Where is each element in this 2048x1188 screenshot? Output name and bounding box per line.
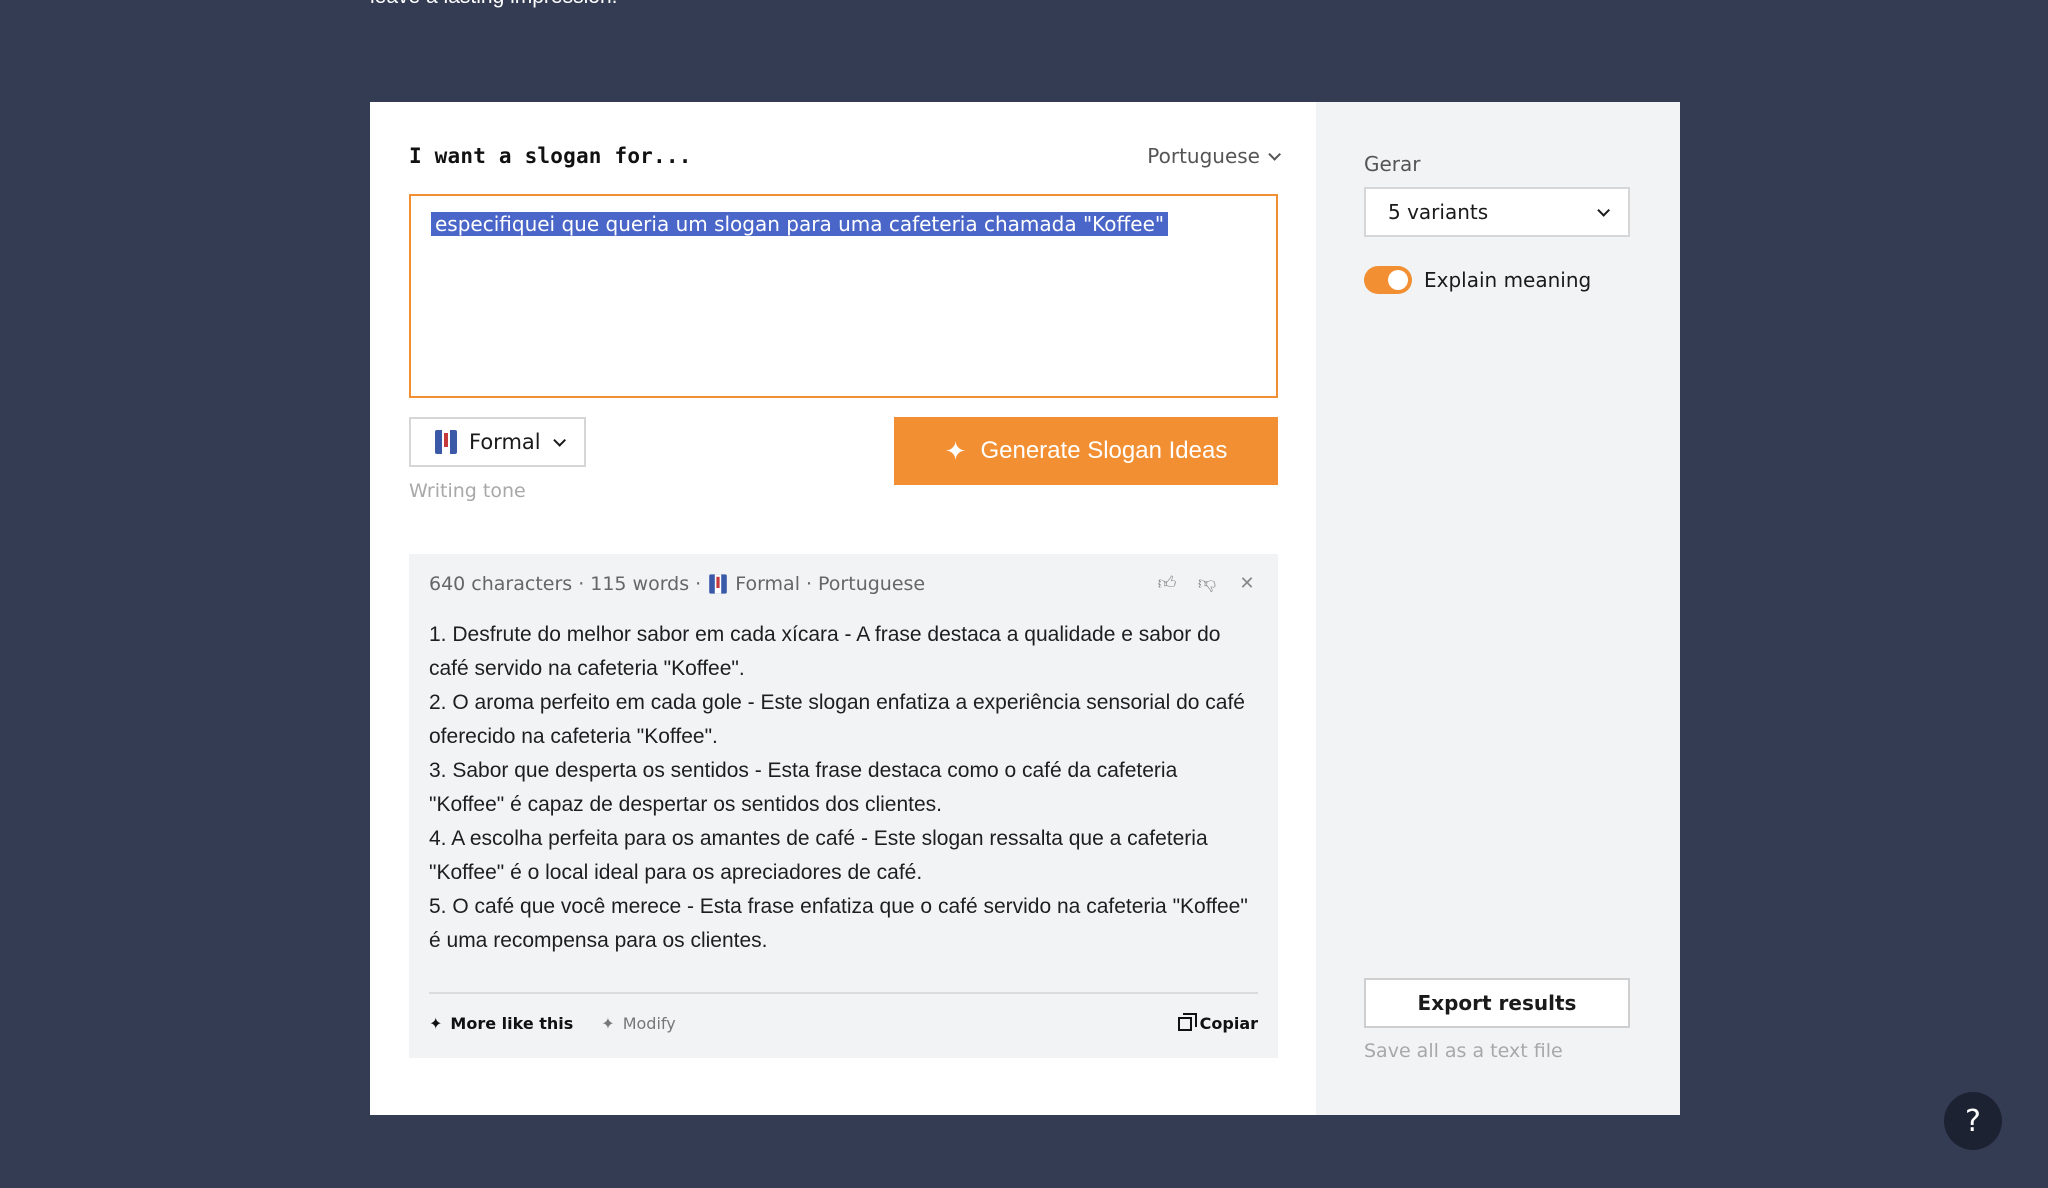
tone-select[interactable]: Formal xyxy=(409,417,586,467)
variants-select[interactable]: 5 variants xyxy=(1364,187,1630,237)
tone-hint: Writing tone xyxy=(409,480,526,502)
copy-label: Copiar xyxy=(1199,1014,1258,1033)
slogan-item: 2. O aroma perfeito em cada gole - Este … xyxy=(429,691,1245,748)
slogan-item: 4. A escolha perfeita para os amantes de… xyxy=(429,827,1208,884)
result-actions: ✦ More like this ✦ Modify Copiar xyxy=(429,1012,1258,1033)
sparkle-icon: ✦ xyxy=(944,436,967,466)
slogan-input[interactable]: especifiquei que queria um slogan para u… xyxy=(409,194,1278,398)
modify-button[interactable]: ✦ Modify xyxy=(601,1014,675,1033)
slogan-generator-card: I want a slogan for... Portuguese especi… xyxy=(370,102,1680,1115)
language-value: Portuguese xyxy=(1147,144,1260,168)
close-icon[interactable]: ✕ xyxy=(1236,572,1258,594)
export-hint: Save all as a text file xyxy=(1364,1040,1563,1062)
slogan-input-text: especifiquei que queria um slogan para u… xyxy=(431,212,1169,236)
explain-meaning-label: Explain meaning xyxy=(1424,268,1592,292)
variants-value: 5 variants xyxy=(1388,200,1489,224)
result-meta: 640 characters · 115 words · Formal · Po… xyxy=(429,573,926,595)
sparkle-icon: ✦ xyxy=(601,1014,615,1033)
copy-icon xyxy=(1177,1012,1197,1031)
sparkle-icon: ✦ xyxy=(429,1014,443,1033)
chevron-down-icon xyxy=(1597,203,1610,217)
help-button[interactable]: ? xyxy=(1944,1092,2002,1150)
char-count: 640 characters xyxy=(429,573,573,595)
language-select[interactable]: Portuguese xyxy=(1147,144,1281,168)
export-button[interactable]: Export results xyxy=(1364,978,1630,1028)
generate-button[interactable]: ✦ Generate Slogan Ideas xyxy=(894,417,1278,485)
thumbs-down-icon[interactable]: 👎︎ xyxy=(1196,572,1218,594)
divider xyxy=(429,992,1258,994)
chevron-down-icon xyxy=(552,433,566,447)
result-language: Portuguese xyxy=(818,573,926,595)
settings-panel: Gerar 5 variants Explain meaning Export … xyxy=(1316,102,1680,1115)
slogan-item: 3. Sabor que desperta os sentidos - Esta… xyxy=(429,759,1178,816)
slogan-item: 5. O café que você merece - Esta frase e… xyxy=(429,895,1248,952)
tone-value: Formal xyxy=(469,430,541,454)
result-toolbar: 👍︎ 👎︎ ✕ xyxy=(1156,572,1258,595)
more-like-this-label: More like this xyxy=(450,1014,574,1033)
chevron-down-icon xyxy=(1268,147,1281,161)
gerar-label: Gerar xyxy=(1364,152,1421,176)
result-tone: Formal xyxy=(735,573,800,595)
explain-meaning-row: Explain meaning xyxy=(1364,266,1591,294)
suit-icon xyxy=(435,430,457,454)
thumbs-up-icon[interactable]: 👍︎ xyxy=(1156,572,1178,594)
copy-button[interactable]: Copiar xyxy=(1177,1012,1258,1033)
modify-label: Modify xyxy=(622,1014,676,1033)
suit-icon xyxy=(709,574,727,594)
result-text: 1. Desfrute do melhor sabor em cada xíca… xyxy=(429,618,1258,958)
generator-panel: I want a slogan for... Portuguese especi… xyxy=(370,102,1316,1115)
word-count: 115 words xyxy=(590,573,690,595)
result-card: 640 characters · 115 words · Formal · Po… xyxy=(409,554,1278,1058)
explain-meaning-toggle[interactable] xyxy=(1364,266,1412,294)
intro-text: leave a lasting impression. xyxy=(370,0,1270,14)
slogan-label: I want a slogan for... xyxy=(409,144,692,168)
generate-label: Generate Slogan Ideas xyxy=(980,437,1228,464)
slogan-item: 1. Desfrute do melhor sabor em cada xíca… xyxy=(429,623,1221,680)
more-like-this-button[interactable]: ✦ More like this xyxy=(429,1014,573,1033)
